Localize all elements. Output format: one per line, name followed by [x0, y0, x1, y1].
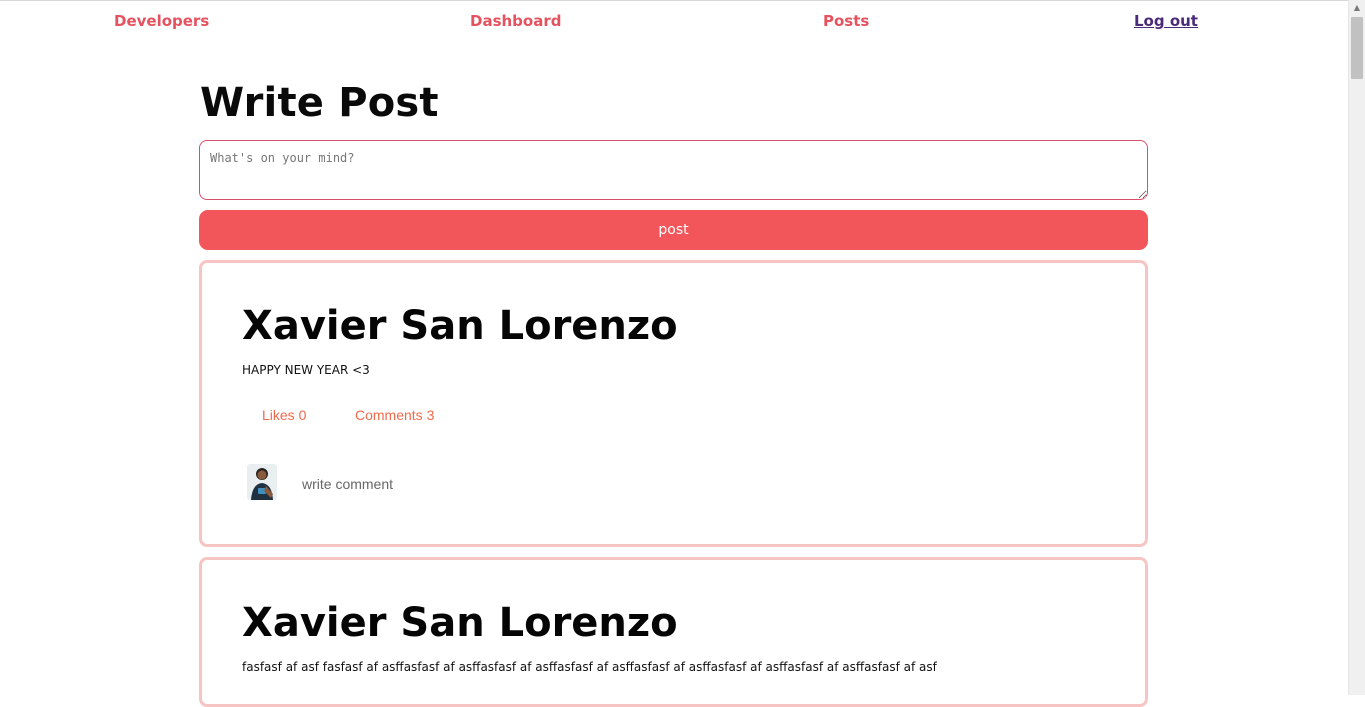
post-compose-input[interactable]	[199, 140, 1148, 200]
post-submit-button[interactable]: post	[199, 210, 1148, 250]
comments-button[interactable]: Comments 3	[355, 407, 434, 423]
likes-button[interactable]: Likes 0	[262, 407, 306, 423]
top-navbar: Developers Dashboard Posts Log out	[0, 0, 1348, 44]
post-card: Xavier San Lorenzo HAPPY NEW YEAR <3 Lik…	[199, 260, 1148, 547]
page-title: Write Post	[200, 80, 439, 126]
nav-developers-link[interactable]: Developers	[114, 12, 209, 30]
scrollbar-thumb[interactable]	[1351, 17, 1363, 79]
nav-dashboard-link[interactable]: Dashboard	[470, 12, 561, 30]
post-author: Xavier San Lorenzo	[242, 303, 678, 349]
page-scrollbar[interactable]: ▲	[1348, 0, 1365, 695]
post-text: HAPPY NEW YEAR <3	[242, 363, 370, 377]
nav-posts-link[interactable]: Posts	[823, 12, 869, 30]
user-photo-icon	[247, 464, 277, 500]
logout-link[interactable]: Log out	[1134, 12, 1198, 30]
comment-input[interactable]	[302, 474, 602, 494]
post-card: Xavier San Lorenzo fasfasf af asf fasfas…	[199, 557, 1148, 707]
post-author: Xavier San Lorenzo	[242, 600, 678, 646]
scroll-up-icon[interactable]: ▲	[1349, 0, 1365, 16]
post-text: fasfasf af asf fasfasf af asffasfasf af …	[242, 660, 937, 674]
user-avatar[interactable]	[247, 464, 277, 500]
